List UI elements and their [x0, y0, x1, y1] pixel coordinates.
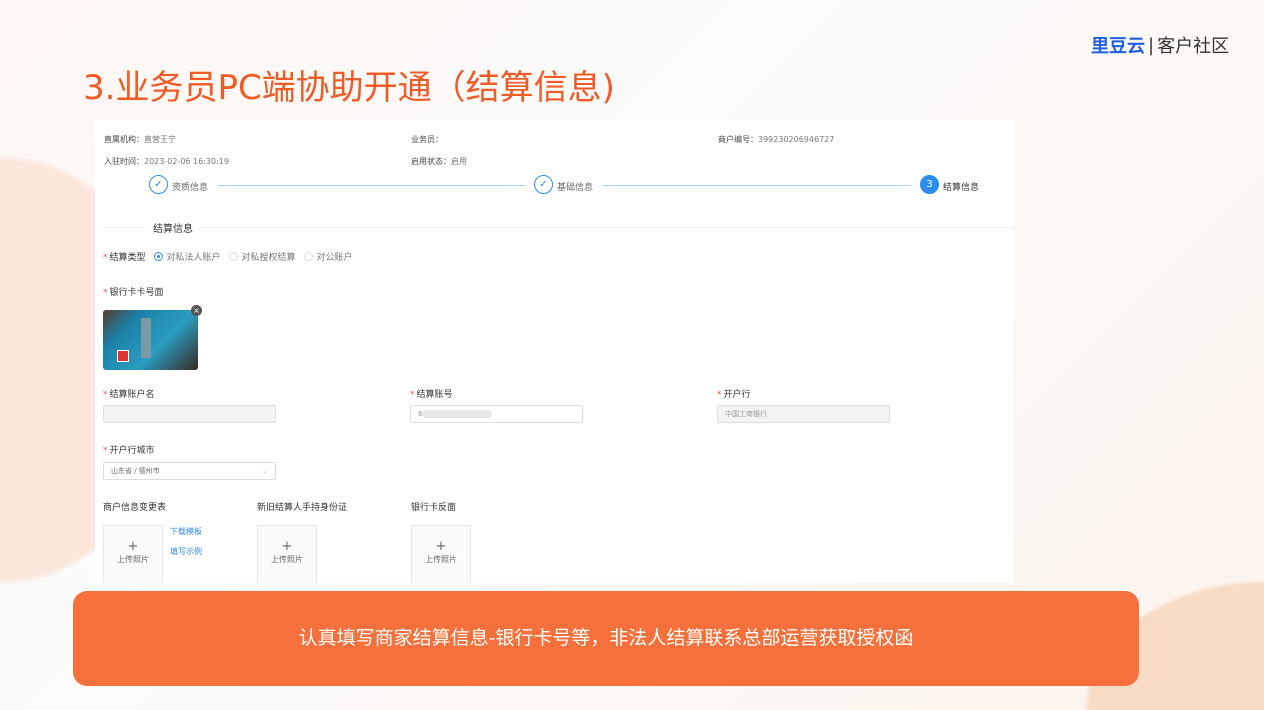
org-info: 直属机构：直营王宁 [104, 134, 176, 145]
note-banner: 认真填写商家结算信息-银行卡号等，非法人结算联系总部运营获取授权函 [73, 591, 1139, 686]
sales-info: 业务员： [411, 134, 443, 145]
upload-text: 上传照片 [117, 555, 149, 564]
radio-label: 对公账户 [316, 253, 353, 263]
upload-label-change-form: 商户信息变更表 [103, 503, 167, 513]
radio-label: 对私授权结算 [241, 253, 296, 263]
logo-separator: | [1148, 34, 1155, 56]
sales-label: 业务员： [411, 135, 443, 144]
upload-change-form-button[interactable]: + 上传照片 [103, 525, 163, 583]
radio-corporate[interactable]: 对公账户 [303, 250, 353, 263]
bank-card-image[interactable] [103, 310, 198, 370]
settlement-type-label: 结算类型 [109, 253, 146, 263]
account-name-label: 结算账户名 [109, 390, 155, 400]
close-icon[interactable]: × [191, 305, 202, 316]
plus-icon: + [281, 539, 293, 554]
step-connector [603, 185, 911, 186]
download-template-link[interactable]: 下载模板 [170, 526, 202, 537]
settlement-type-row: * 结算类型 对私法人账户 对私授权结算 对公账户 [103, 250, 361, 263]
account-name-input[interactable] [103, 405, 276, 423]
org-label: 直属机构： [104, 135, 144, 144]
account-no-input[interactable]: 6 [410, 405, 583, 423]
settlement-form-screenshot: 直属机构：直营王宁 业务员： 商户编号：399230206946727 入驻时间… [95, 120, 1014, 583]
upload-label-id-card: 新旧结算人手持身份证 [257, 503, 348, 513]
merchant-no-info: 商户编号：399230206946727 [718, 134, 834, 145]
step-connector [218, 185, 525, 186]
bank-label: 开户行 [723, 390, 751, 400]
slide-title: 3.业务员PC端协助开通（结算信息) [83, 68, 615, 108]
merchant-no-value: 399230206946727 [758, 135, 835, 144]
status-info: 启用状态：启用 [411, 156, 467, 167]
account-no-label: 结算账号 [416, 390, 453, 400]
status-label: 启用状态： [411, 157, 451, 166]
bank-input[interactable]: 中国工商银行 [717, 405, 890, 423]
plus-icon: + [435, 539, 447, 554]
join-time-info: 入驻时间：2023-02-06 16:30:19 [104, 156, 229, 167]
upload-id-card-button[interactable]: + 上传照片 [257, 525, 317, 583]
upload-card-back-button[interactable]: + 上传照片 [411, 525, 471, 583]
divider [201, 227, 1014, 228]
merchant-no-label: 商户编号： [718, 135, 758, 144]
redacted-blur [422, 410, 493, 418]
step-settlement[interactable]: 结算信息 [943, 180, 979, 193]
upload-text: 上传照片 [271, 555, 303, 564]
logo: 里豆云 | 客户社区 [1091, 32, 1229, 58]
join-time-label: 入驻时间： [104, 157, 144, 166]
org-value: 直营王宁 [144, 135, 176, 144]
step-number-icon: 3 [920, 175, 939, 194]
bank-card-front-label: 银行卡卡号面 [109, 288, 164, 298]
status-value: 启用 [451, 157, 467, 166]
step-qualification[interactable]: 资质信息 [172, 180, 208, 193]
radio-private-authorized[interactable]: 对私授权结算 [228, 250, 296, 263]
check-icon: ✓ [149, 175, 168, 194]
section-title: 结算信息 [153, 224, 193, 235]
radio-private-legal[interactable]: 对私法人账户 [153, 250, 221, 263]
chevron-down-icon: ⌄ [262, 467, 268, 475]
bank-placeholder: 中国工商银行 [725, 410, 767, 418]
radio-label: 对私法人账户 [166, 253, 221, 263]
step-basic-info[interactable]: 基础信息 [557, 180, 593, 193]
logo-brand: 里豆云 [1091, 36, 1145, 57]
divider [103, 227, 145, 228]
plus-icon: + [127, 539, 139, 554]
check-icon: ✓ [534, 175, 553, 194]
upload-label-card-back: 银行卡反面 [411, 503, 457, 513]
fill-example-link[interactable]: 填写示例 [170, 546, 202, 557]
join-time-value: 2023-02-06 16:30:19 [144, 157, 229, 166]
bank-city-label: 开户行城市 [109, 446, 155, 456]
bank-city-value: 山东省 / 德州市 [111, 467, 160, 475]
logo-community: 客户社区 [1157, 36, 1230, 57]
upload-text: 上传照片 [425, 555, 457, 564]
bank-city-select[interactable]: 山东省 / 德州市 ⌄ [103, 462, 276, 480]
